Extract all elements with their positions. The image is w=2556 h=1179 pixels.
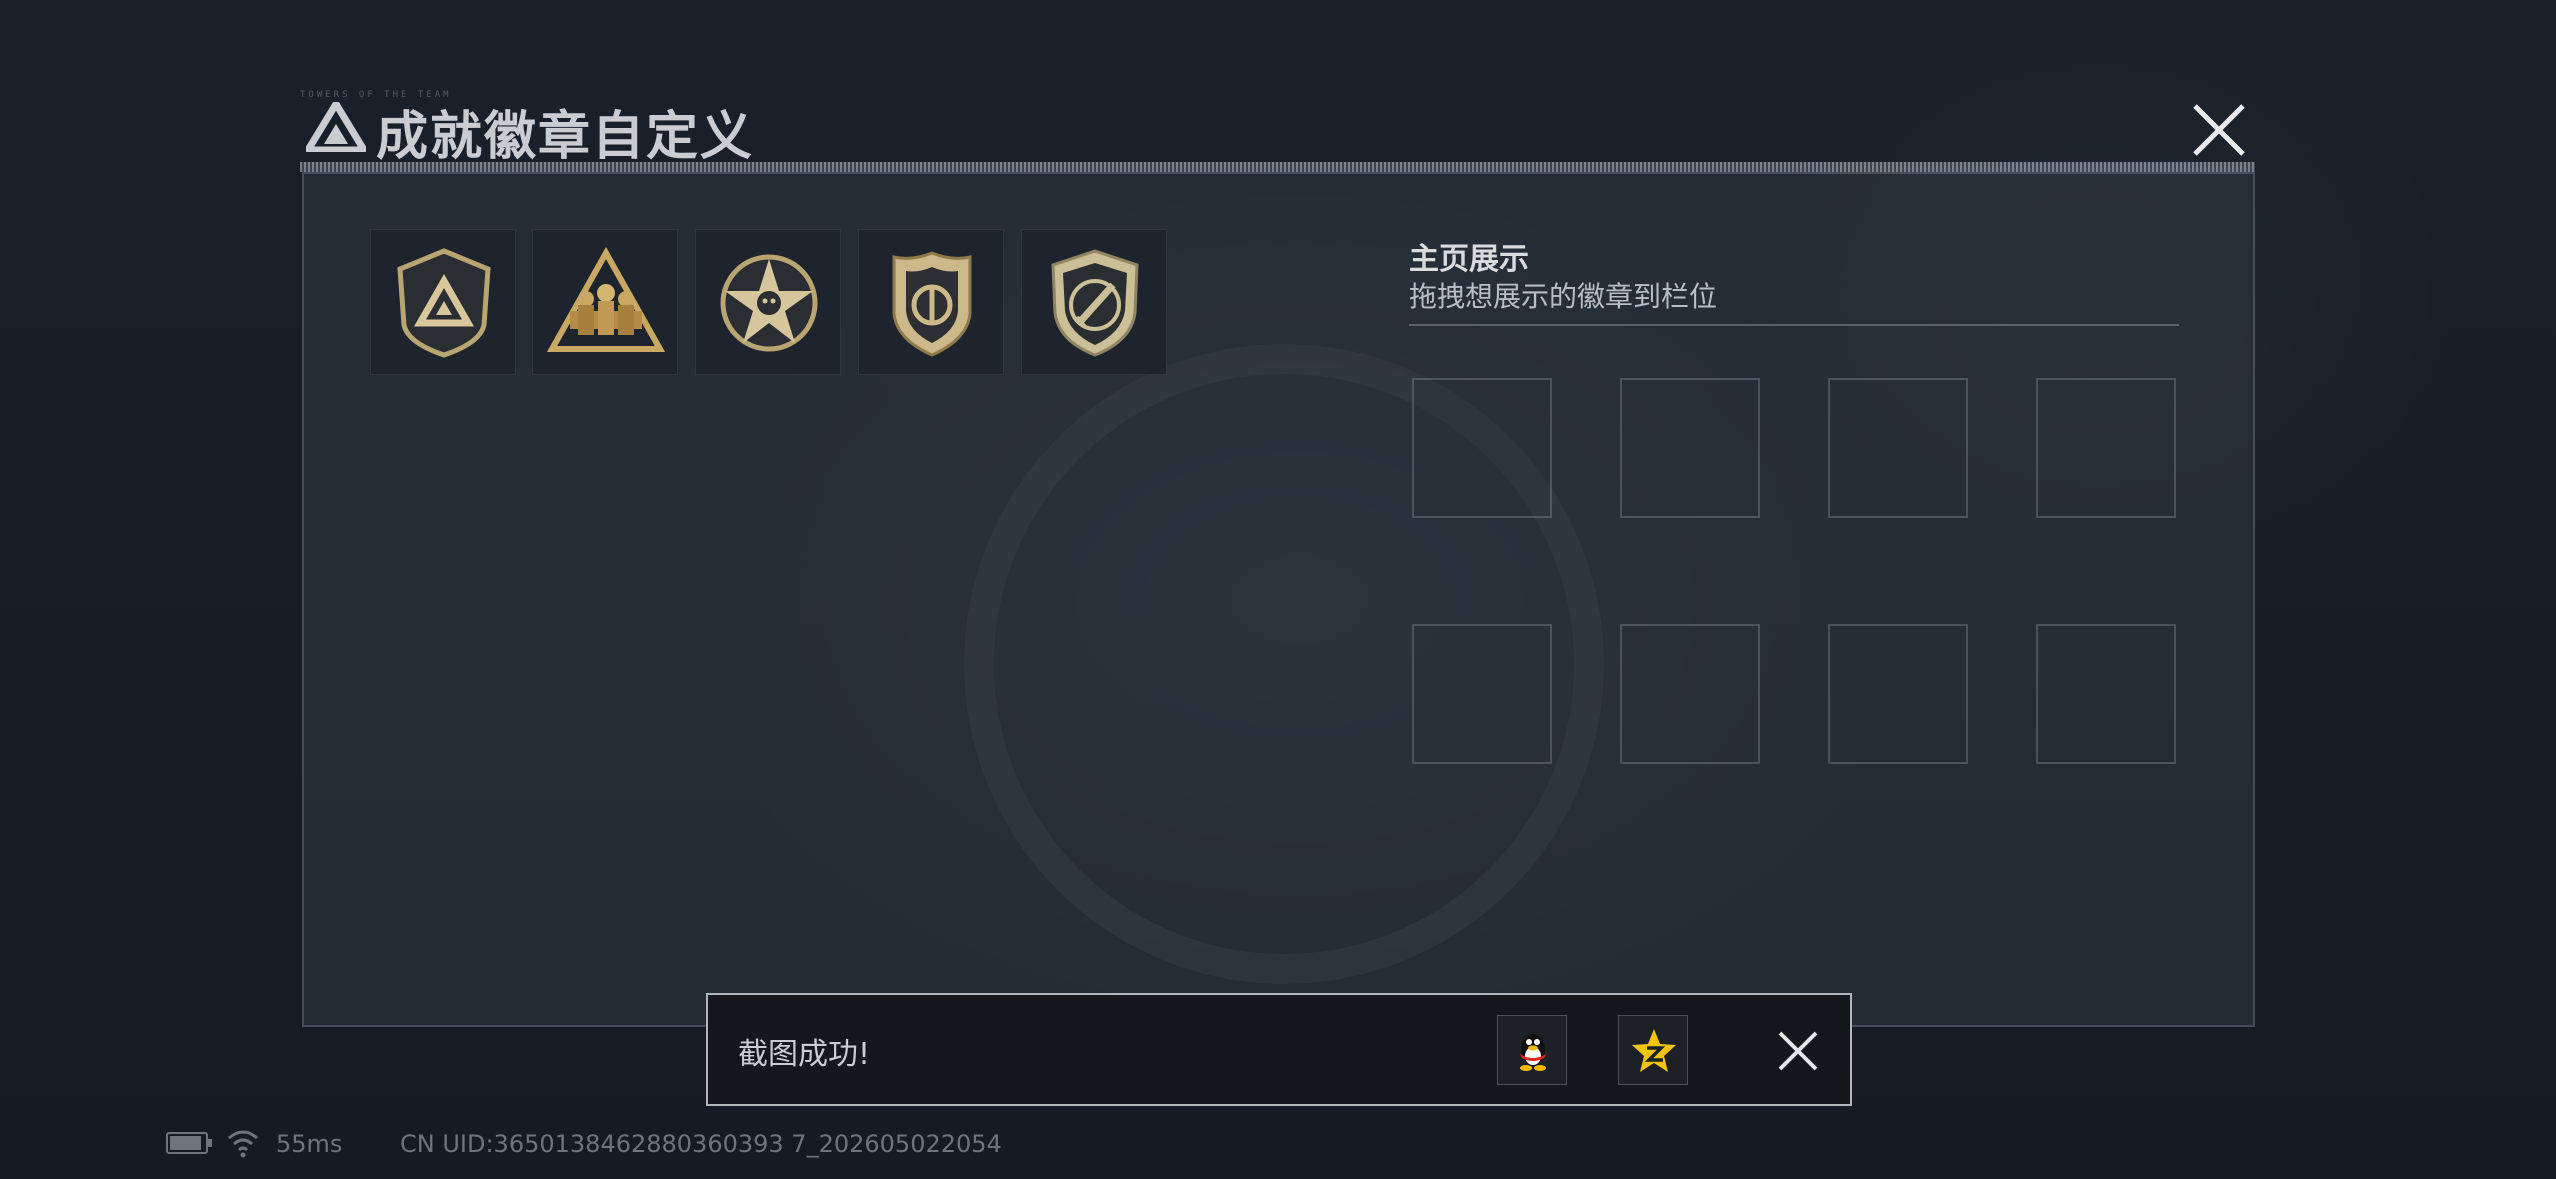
police-shield-badge-icon — [892, 251, 972, 357]
delta-logo-icon — [306, 102, 366, 152]
badge-item-soldiers-triangle[interactable] — [532, 229, 678, 375]
showcase-hint: 拖拽想展示的徽章到栏位 — [1409, 280, 1718, 313]
battery-icon — [166, 1132, 212, 1154]
ping-value: 55ms — [276, 1130, 343, 1158]
badge-item-knife-shield[interactable] — [1021, 229, 1167, 375]
qzone-star-icon — [1632, 1029, 1676, 1072]
page-title: 成就徽章自定义 — [376, 107, 755, 167]
toast-message: 截图成功! — [738, 1037, 871, 1072]
close-icon[interactable] — [2185, 96, 2253, 164]
showcase-slot-3[interactable] — [1828, 378, 1968, 518]
badge-item-shield-triangle[interactable] — [370, 229, 516, 375]
share-qzone-button[interactable] — [1618, 1015, 1688, 1085]
showcase-slot-6[interactable] — [1620, 624, 1760, 764]
share-qq-button[interactable] — [1497, 1015, 1567, 1085]
shield-triangle-badge-icon — [397, 248, 491, 358]
showcase-title: 主页展示 — [1409, 242, 1529, 277]
star-skull-badge-icon — [720, 254, 818, 352]
showcase-slot-5[interactable] — [1412, 624, 1552, 764]
showcase-divider — [1409, 324, 2179, 326]
showcase-slot-1[interactable] — [1412, 378, 1552, 518]
user-uid: CN UID:3650138462880360393 7_20260502205… — [400, 1130, 1002, 1158]
toast-close-icon[interactable] — [1768, 1021, 1828, 1081]
showcase-slot-7[interactable] — [1828, 624, 1968, 764]
badge-item-police-shield[interactable] — [858, 229, 1004, 375]
screenshot-toast: 截图成功! — [706, 993, 1852, 1106]
showcase-slot-4[interactable] — [2036, 378, 2176, 518]
window-header: TOWERS OF THE TEAM 成就徽章自定义 — [300, 90, 2255, 170]
showcase-slot-2[interactable] — [1620, 378, 1760, 518]
battery-level — [170, 1136, 201, 1150]
badge-customize-panel: 主页展示 拖拽想展示的徽章到栏位 — [302, 172, 2255, 1027]
soldiers-triangle-badge-icon — [546, 246, 666, 352]
wifi-icon — [228, 1130, 258, 1158]
qq-penguin-icon — [1520, 1034, 1546, 1071]
badge-item-star-skull[interactable] — [695, 229, 841, 375]
knife-shield-badge-icon — [1051, 249, 1139, 357]
header-divider — [300, 162, 2255, 172]
showcase-slot-8[interactable] — [2036, 624, 2176, 764]
